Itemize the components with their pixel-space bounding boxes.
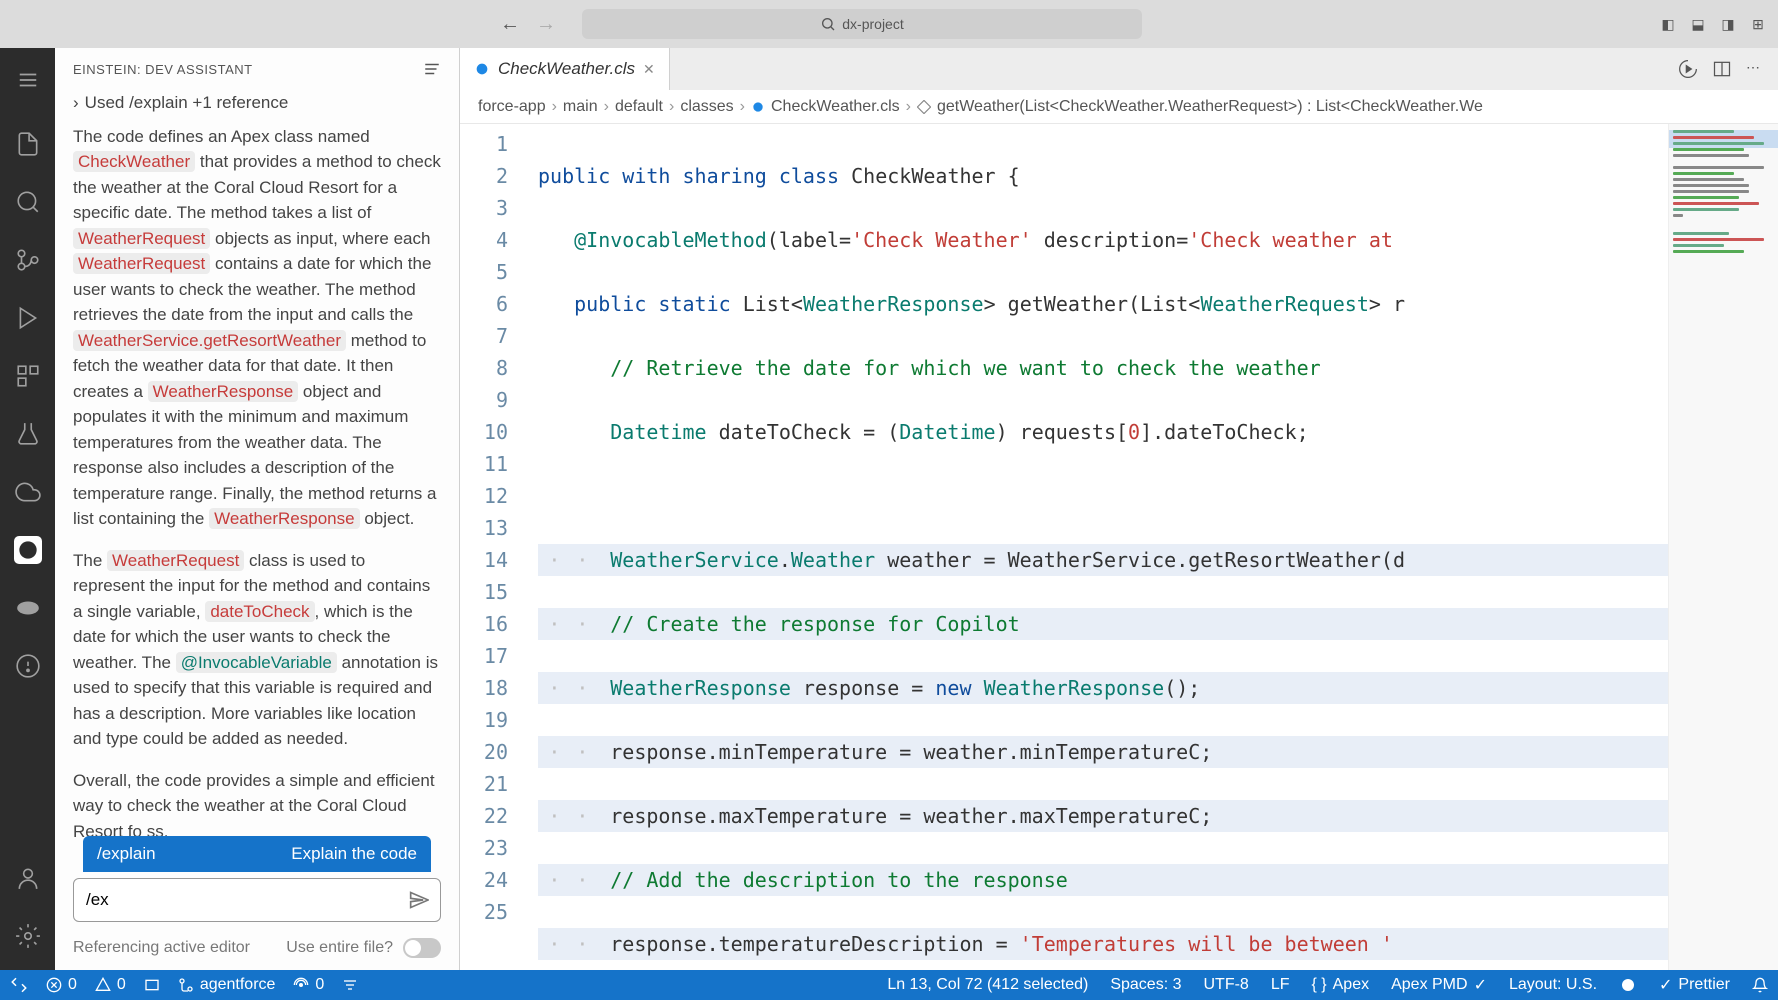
einstein-sidebar: EINSTEIN: DEV ASSISTANT › Used /explain … bbox=[55, 48, 460, 970]
autocomplete-description: Explain the code bbox=[291, 844, 417, 864]
code-ref: CheckWeather bbox=[73, 151, 195, 172]
apex-file-icon bbox=[474, 61, 490, 77]
entire-file-toggle[interactable] bbox=[403, 938, 441, 958]
reference-text: Used /explain +1 reference bbox=[85, 90, 289, 116]
status-bar: 0 0 agentforce 0 Ln 13, Col 72 (412 sele… bbox=[0, 970, 1778, 1000]
chat-input[interactable] bbox=[73, 878, 441, 922]
accounts-icon[interactable] bbox=[14, 864, 42, 892]
terminal-icon[interactable] bbox=[144, 977, 160, 993]
line-gutter: 12345 678910 1112131415 1617181920 21222… bbox=[460, 124, 538, 970]
customize-layout-icon[interactable]: ⊞ bbox=[1748, 16, 1768, 33]
play-icon[interactable] bbox=[1678, 59, 1698, 79]
file-icon bbox=[751, 100, 765, 114]
chevron-right-icon: › bbox=[73, 90, 79, 116]
reference-row[interactable]: › Used /explain +1 reference bbox=[73, 90, 441, 116]
send-icon[interactable] bbox=[409, 890, 429, 910]
sidebar-title: EINSTEIN: DEV ASSISTANT bbox=[73, 62, 253, 77]
copilot-icon[interactable] bbox=[1619, 976, 1637, 994]
extensions-icon[interactable] bbox=[14, 362, 42, 390]
code-ref: WeatherRequest bbox=[107, 550, 244, 571]
tab-filename: CheckWeather.cls bbox=[498, 59, 635, 79]
explorer-icon[interactable] bbox=[14, 130, 42, 158]
radio-indicator[interactable]: 0 bbox=[293, 976, 324, 994]
more-actions-icon[interactable]: ⋯ bbox=[1746, 59, 1760, 79]
method-icon bbox=[917, 100, 931, 114]
search-icon bbox=[820, 16, 836, 32]
code-ref: WeatherRequest bbox=[73, 228, 210, 249]
assistant-response: › Used /explain +1 reference The code de… bbox=[55, 90, 459, 872]
code-ref: @InvocableVariable bbox=[176, 652, 337, 673]
apex-pmd[interactable]: Apex PMD ✓ bbox=[1391, 975, 1487, 995]
settings-gear-icon[interactable] bbox=[14, 922, 42, 950]
source-control-icon[interactable] bbox=[14, 246, 42, 274]
prettier-status[interactable]: ✓ Prettier bbox=[1659, 975, 1730, 995]
forward-button[interactable]: → bbox=[536, 13, 556, 36]
command-center-search[interactable]: dx-project bbox=[582, 9, 1142, 39]
referencing-label: Referencing active editor bbox=[73, 939, 250, 957]
salesforce-icon[interactable] bbox=[14, 594, 42, 622]
test-icon[interactable] bbox=[14, 420, 42, 448]
code-content[interactable]: public with sharing class CheckWeather {… bbox=[538, 124, 1668, 970]
eol[interactable]: LF bbox=[1271, 976, 1290, 994]
autocomplete-command: /explain bbox=[97, 844, 156, 864]
code-ref: dateToCheck bbox=[205, 601, 314, 622]
back-button[interactable]: ← bbox=[500, 13, 520, 36]
history-icon[interactable] bbox=[423, 60, 441, 78]
layout-panel-icon[interactable]: ⬓ bbox=[1688, 16, 1708, 33]
split-editor-icon[interactable] bbox=[1712, 59, 1732, 79]
code-ref: WeatherService.getResortWeather bbox=[73, 330, 346, 351]
breadcrumb-part[interactable]: getWeather(List<CheckWeather.WeatherRequ… bbox=[937, 98, 1483, 116]
editor-tab-checkweather[interactable]: CheckWeather.cls ✕ bbox=[460, 48, 670, 90]
tab-bar: CheckWeather.cls ✕ ⋯ bbox=[460, 48, 1778, 90]
breadcrumb-part[interactable]: classes bbox=[680, 98, 733, 116]
title-bar: ← → dx-project ◧ ⬓ ◨ ⊞ bbox=[0, 0, 1778, 48]
layout-sidebar-left-icon[interactable]: ◧ bbox=[1658, 16, 1678, 33]
breadcrumb-part[interactable]: default bbox=[615, 98, 663, 116]
editor: CheckWeather.cls ✕ ⋯ force-app› main› de… bbox=[460, 48, 1778, 970]
entire-file-label: Use entire file? bbox=[286, 939, 393, 957]
sidebar-header: EINSTEIN: DEV ASSISTANT bbox=[55, 48, 459, 90]
cursor-position[interactable]: Ln 13, Col 72 (412 selected) bbox=[887, 976, 1088, 994]
layout-sidebar-right-icon[interactable]: ◨ bbox=[1718, 16, 1738, 33]
issues-icon[interactable] bbox=[14, 652, 42, 680]
autocomplete-suggestion[interactable]: /explain Explain the code bbox=[83, 836, 431, 872]
indentation[interactable]: Spaces: 3 bbox=[1110, 976, 1181, 994]
code-ref: WeatherResponse bbox=[209, 508, 360, 529]
breadcrumb[interactable]: force-app› main› default› classes› Check… bbox=[460, 90, 1778, 124]
code-ref: WeatherRequest bbox=[73, 253, 210, 274]
breadcrumb-part[interactable]: CheckWeather.cls bbox=[771, 98, 900, 116]
encoding[interactable]: UTF-8 bbox=[1203, 976, 1248, 994]
search-text: dx-project bbox=[842, 16, 903, 32]
breadcrumb-part[interactable]: main bbox=[563, 98, 598, 116]
activity-bar bbox=[0, 48, 55, 970]
minimap[interactable] bbox=[1668, 124, 1778, 970]
einstein-icon[interactable] bbox=[14, 536, 42, 564]
cloud-icon[interactable] bbox=[14, 478, 42, 506]
search-icon[interactable] bbox=[14, 188, 42, 216]
filter-icon[interactable] bbox=[342, 977, 358, 993]
language-mode[interactable]: { } Apex bbox=[1311, 976, 1369, 994]
code-ref: WeatherResponse bbox=[148, 381, 299, 402]
breadcrumb-part[interactable]: force-app bbox=[478, 98, 546, 116]
problems-errors[interactable]: 0 bbox=[46, 976, 77, 994]
run-debug-icon[interactable] bbox=[14, 304, 42, 332]
remote-indicator[interactable] bbox=[10, 976, 28, 994]
problems-warnings[interactable]: 0 bbox=[95, 976, 126, 994]
close-tab-icon[interactable]: ✕ bbox=[643, 61, 655, 78]
menu-icon[interactable] bbox=[14, 66, 42, 94]
notifications-bell-icon[interactable] bbox=[1752, 977, 1768, 993]
keyboard-layout[interactable]: Layout: U.S. bbox=[1509, 976, 1597, 994]
branch-indicator[interactable]: agentforce bbox=[178, 976, 276, 994]
